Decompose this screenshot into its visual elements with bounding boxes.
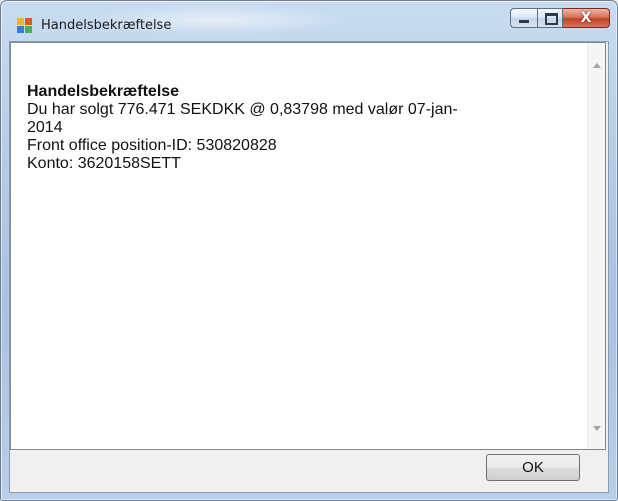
dialog-window: Handelsbekræftelse X Handelsbekræftelse … <box>0 0 618 501</box>
window-title: Handelsbekræftelse <box>41 18 172 33</box>
caption-buttons: X <box>510 8 610 28</box>
message-textbox[interactable]: Handelsbekræftelse Du har solgt 776.471 … <box>10 42 606 450</box>
close-button[interactable]: X <box>563 8 610 28</box>
title-bar[interactable]: Handelsbekræftelse X <box>1 1 617 41</box>
message-line-position-id: Front office position-ID: 530820828 <box>27 137 277 154</box>
minimize-button[interactable] <box>510 8 537 28</box>
vertical-scrollbar[interactable] <box>587 43 605 449</box>
minimize-icon <box>519 20 529 23</box>
scroll-down-arrow-icon[interactable] <box>593 426 601 431</box>
maximize-icon <box>545 13 558 25</box>
message-line-account: Konto: 3620158SETT <box>27 155 181 172</box>
message-heading: Handelsbekræftelse <box>27 83 180 100</box>
ok-button[interactable]: OK <box>486 454 580 481</box>
dialog-client-area: Handelsbekræftelse Du har solgt 776.471 … <box>9 41 609 493</box>
scroll-up-arrow-icon[interactable] <box>593 63 601 68</box>
close-icon: X <box>580 10 592 26</box>
message-line-trade: Du har solgt 776.471 SEKDKK @ 0,83798 me… <box>27 101 458 118</box>
maximize-button[interactable] <box>537 8 563 28</box>
message-content: Handelsbekræftelse Du har solgt 776.471 … <box>27 83 547 173</box>
message-line-date: 2014 <box>27 119 63 136</box>
app-window-icon[interactable] <box>17 18 33 34</box>
